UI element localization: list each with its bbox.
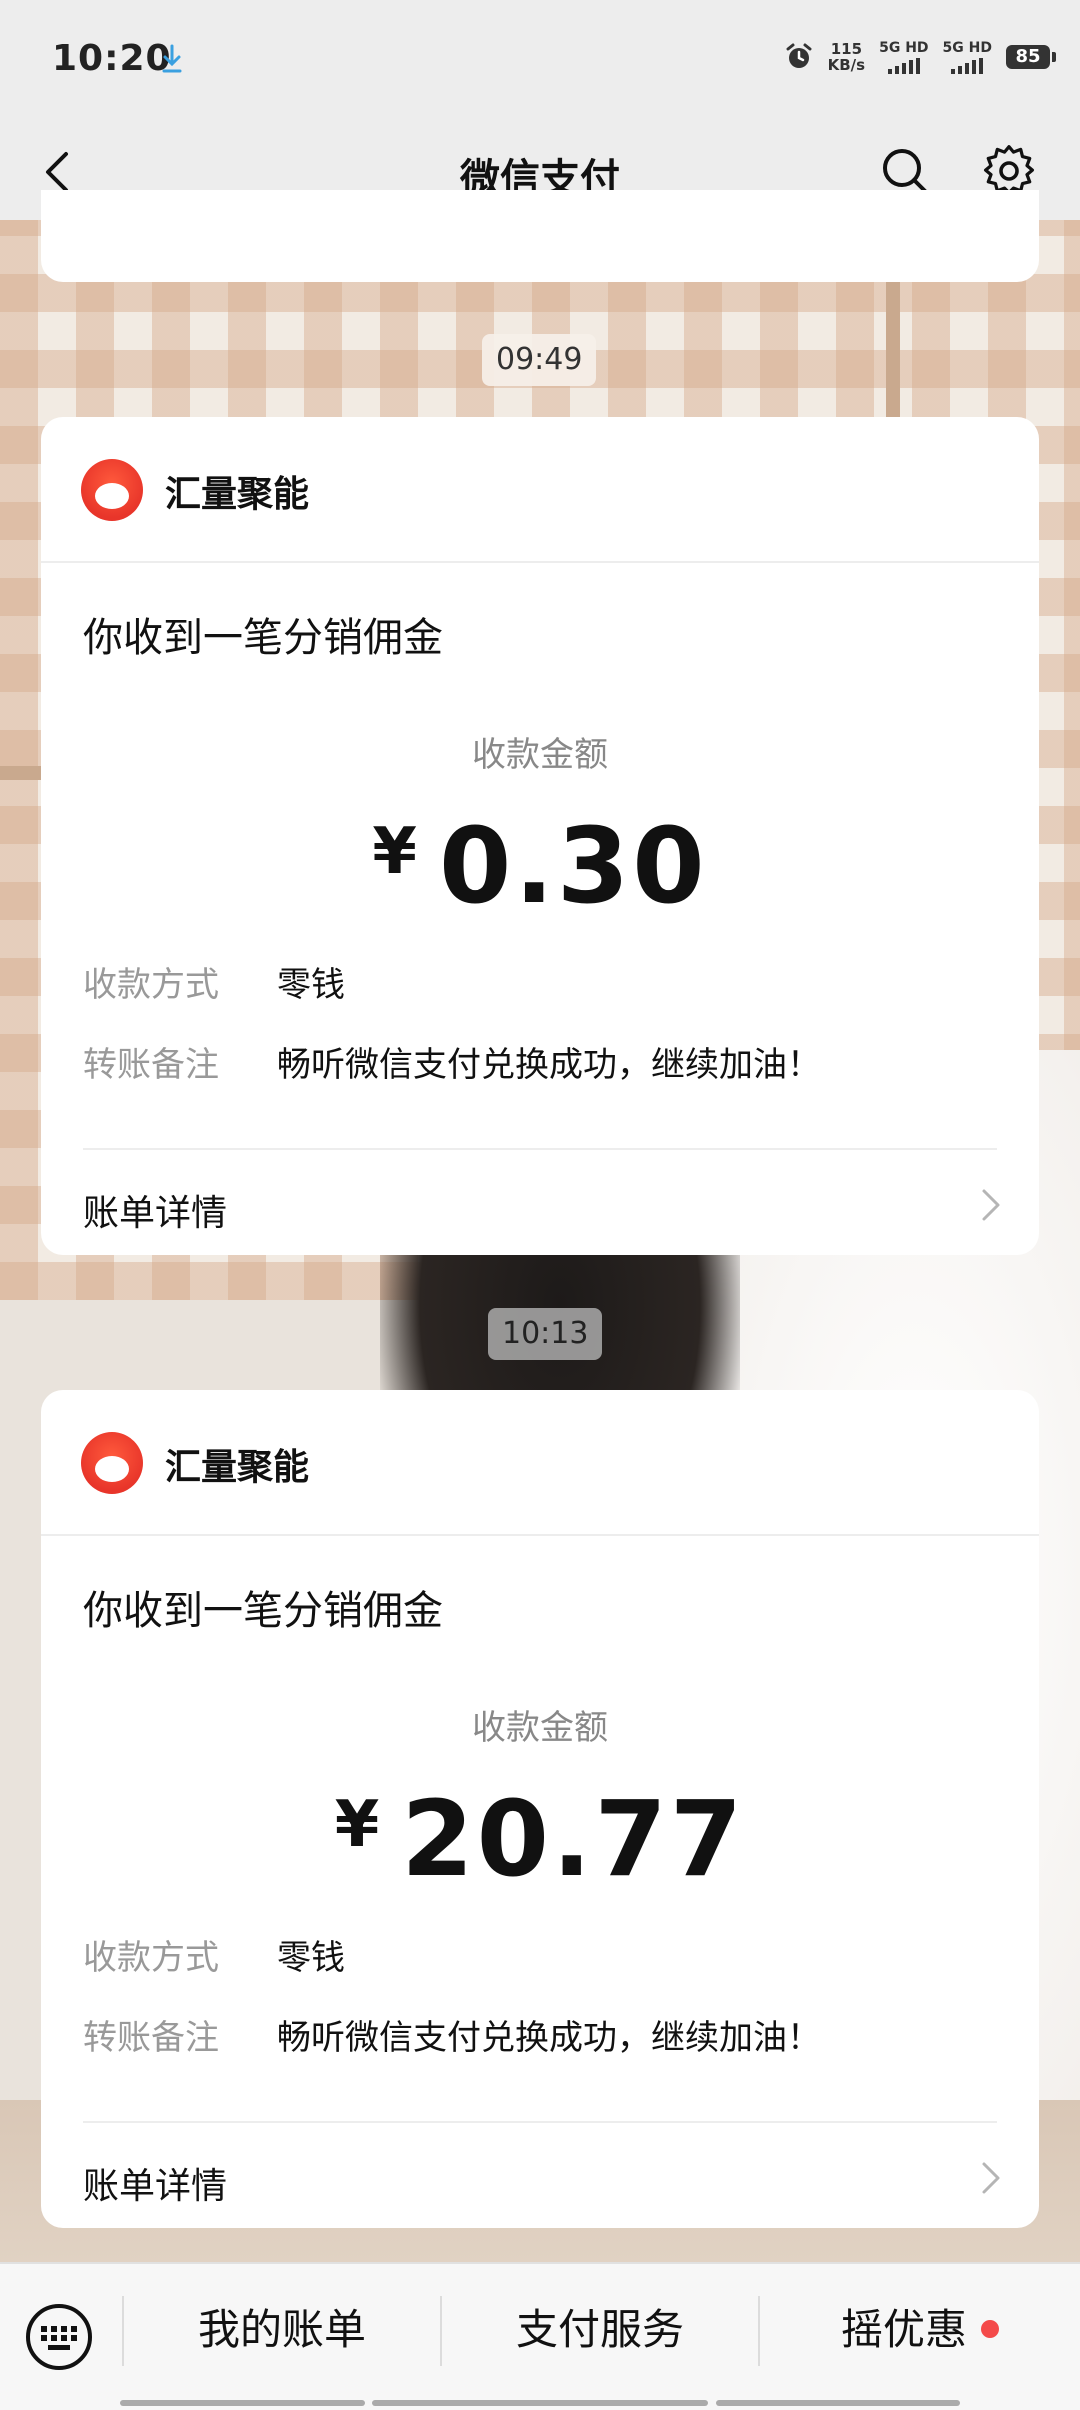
transfer-note-label: 转账备注: [83, 2018, 219, 2058]
alarm-icon: [786, 43, 812, 68]
payment-notification-card[interactable]: 汇量聚能 你收到一笔分销佣金 收款金额 ¥0.30 收款方式 零钱 转账备注 畅听微…: [41, 417, 1039, 1255]
menu-payment-services[interactable]: 支付服务: [442, 2264, 758, 2396]
status-time: 10:20: [52, 38, 172, 79]
payment-method-label: 收款方式: [83, 1938, 219, 1978]
network-speed: 115 KB/s: [828, 41, 865, 73]
amount-value: 20.77: [401, 1778, 746, 1900]
sim1-label: 5G HD: [879, 40, 929, 56]
menu-my-bills[interactable]: 我的账单: [124, 2264, 440, 2396]
message-timestamp: 09:49: [482, 334, 597, 386]
notification-dot: [981, 2319, 999, 2338]
amount: ¥0.30: [41, 805, 1039, 927]
payment-method-value: 零钱: [277, 965, 345, 1005]
sim2-bars: [951, 58, 984, 74]
amount-value: 0.30: [438, 805, 708, 927]
menu-shake-discounts-label: 摇优惠: [840, 2305, 967, 2354]
transfer-note-value: 畅听微信支付兑换成功，继续加油！: [277, 1045, 821, 1085]
merchant-name: 汇量聚能: [165, 1447, 310, 1488]
amount-label: 收款金额: [472, 735, 608, 775]
currency-symbol: ¥: [334, 1788, 380, 1862]
gesture-bar: [120, 2400, 365, 2406]
amount-label: 收款金额: [472, 1708, 608, 1748]
sim2-label: 5G HD: [942, 40, 992, 56]
search-icon[interactable]: [880, 146, 930, 196]
notification-title: 你收到一笔分销佣金: [83, 1588, 443, 1634]
bill-detail-label: 账单详情: [83, 1193, 228, 1234]
transfer-note-label: 转账备注: [83, 1045, 219, 1085]
signal-icon: 5G HD: [879, 40, 929, 74]
notification-title: 你收到一笔分销佣金: [83, 615, 443, 661]
bottom-menu-bar: 我的账单 支付服务 摇优惠: [0, 2262, 1080, 2410]
battery-icon: 85: [1006, 45, 1056, 69]
payment-method-label: 收款方式: [83, 965, 219, 1005]
status-icons: 115 KB/s 5G HD 5G HD 85: [784, 40, 1056, 74]
chevron-right-icon: [982, 1189, 1000, 1221]
merchant-logo: [81, 459, 143, 521]
network-speed-value: 115: [830, 40, 863, 58]
menu-shake-discounts[interactable]: 摇优惠: [760, 2264, 1080, 2396]
merchant-logo-pig: [95, 483, 129, 509]
chevron-right-icon: [982, 2162, 1000, 2194]
bill-detail-link[interactable]: 账单详情: [41, 1150, 1039, 1255]
amount: ¥20.77: [41, 1778, 1039, 1900]
payment-method-row: 收款方式 零钱: [83, 1930, 345, 1979]
gesture-bar: [372, 2400, 708, 2406]
signal-icon: 5G HD: [943, 40, 992, 74]
payment-method-row: 收款方式 零钱: [83, 957, 345, 1006]
transfer-note-row: 转账备注 畅听微信支付兑换成功，继续加油！: [83, 2010, 821, 2059]
download-icon: [162, 44, 182, 73]
gesture-bar: [716, 2400, 960, 2406]
transfer-note-value: 畅听微信支付兑换成功，继续加油！: [277, 2018, 821, 2058]
merchant-logo: [81, 1432, 143, 1494]
bill-detail-link[interactable]: 账单详情: [41, 2123, 1039, 2228]
card-header[interactable]: 汇量聚能: [41, 417, 1039, 563]
network-speed-unit: KB/s: [827, 56, 866, 74]
payment-method-value: 零钱: [277, 1938, 345, 1978]
status-bar: 10:20 115 KB/s 5G HD 5G HD 85: [0, 0, 1080, 120]
sim1-bars: [887, 58, 920, 74]
bill-detail-label: 账单详情: [83, 2166, 228, 2207]
merchant-logo-pig: [95, 1456, 129, 1482]
keyboard-icon[interactable]: [24, 2302, 94, 2372]
payment-notification-card[interactable]: 汇量聚能 你收到一笔分销佣金 收款金额 ¥20.77 收款方式 零钱 转账备注 畅听…: [41, 1390, 1039, 2228]
currency-symbol: ¥: [372, 815, 417, 889]
previous-message-card: [41, 190, 1039, 282]
card-header[interactable]: 汇量聚能: [41, 1390, 1039, 1536]
merchant-name: 汇量聚能: [165, 474, 310, 515]
transfer-note-row: 转账备注 畅听微信支付兑换成功，继续加油！: [83, 1037, 821, 1086]
message-timestamp: 10:13: [488, 1308, 603, 1360]
